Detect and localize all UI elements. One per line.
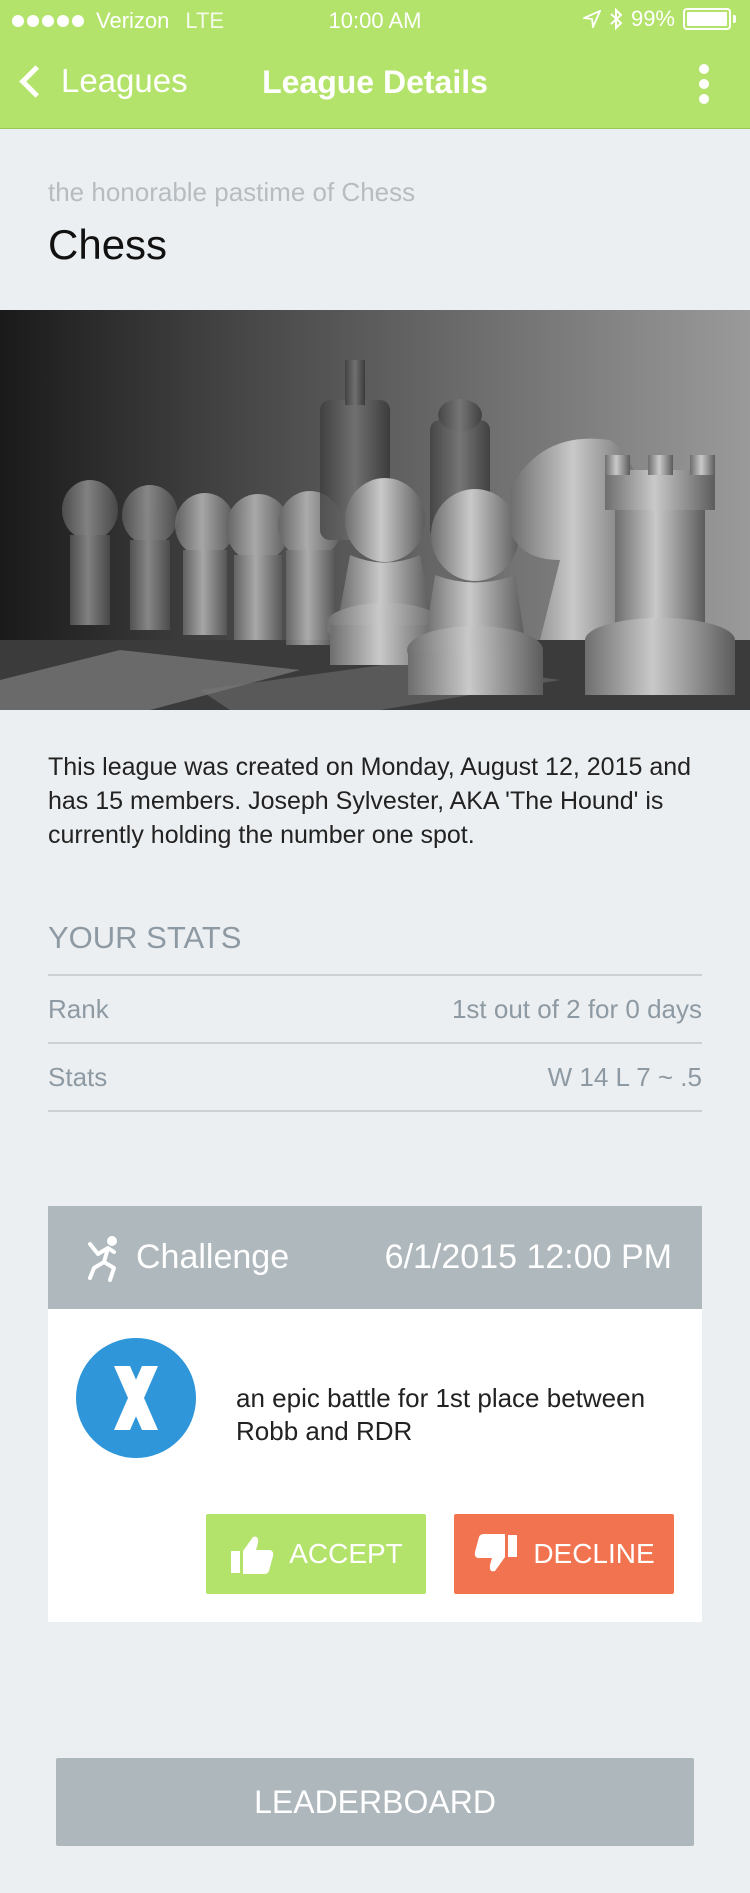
challenge-header: Challenge 6/1/2015 12:00 PM <box>48 1206 702 1309</box>
accept-button[interactable]: ACCEPT <box>206 1514 426 1594</box>
thumbs-down-icon <box>475 1534 518 1572</box>
challenge-card: Challenge 6/1/2015 12:00 PM an epic batt… <box>48 1206 702 1622</box>
chess-pieces-image <box>0 310 750 710</box>
navigation-bar: Leagues League Details <box>0 42 750 129</box>
stats-heading: YOUR STATS <box>48 920 242 955</box>
status-right: 99% <box>582 6 736 32</box>
stats-row-record: Stats W 14 L 7 ~ .5 <box>48 1044 702 1112</box>
runner-icon <box>88 1236 117 1282</box>
stats-row-rank: Rank 1st out of 2 for 0 days <box>48 976 702 1044</box>
challenge-description: an epic battle for 1st place between Rob… <box>236 1383 646 1446</box>
challenger-avatar <box>76 1338 196 1458</box>
league-description: This league was created on Monday, Augus… <box>48 753 692 849</box>
stats-table: Rank 1st out of 2 for 0 days Stats W 14 … <box>48 974 702 1112</box>
challenge-label: Challenge <box>136 1238 290 1276</box>
page-title: League Details <box>262 64 488 100</box>
challenge-date: 6/1/2015 12:00 PM <box>384 1238 672 1276</box>
bluetooth-icon <box>610 8 623 30</box>
battery-icon <box>683 8 731 30</box>
battery-percent: 99% <box>630 6 675 31</box>
thumbs-up-icon <box>231 1536 274 1574</box>
league-header: the honorable pastime of Chess Chess <box>0 129 750 309</box>
more-options-icon[interactable] <box>698 64 710 104</box>
x-logo-icon <box>114 1366 158 1430</box>
stats-value: W 14 L 7 ~ .5 <box>547 1061 702 1092</box>
league-hero-image <box>0 310 750 710</box>
stats-value: 1st out of 2 for 0 days <box>451 993 702 1024</box>
decline-button[interactable]: DECLINE <box>454 1514 674 1594</box>
status-bar: Verizon LTE 10:00 AM 99% <box>0 0 750 42</box>
leaderboard-button[interactable]: LEADERBOARD <box>56 1758 694 1846</box>
location-arrow-icon <box>582 10 601 28</box>
decline-label: DECLINE <box>533 1538 655 1569</box>
league-title: Chess <box>48 221 168 268</box>
league-subtitle: the honorable pastime of Chess <box>48 177 416 207</box>
accept-label: ACCEPT <box>289 1538 403 1569</box>
stats-label: Stats <box>48 1061 108 1092</box>
stats-label: Rank <box>48 993 109 1024</box>
